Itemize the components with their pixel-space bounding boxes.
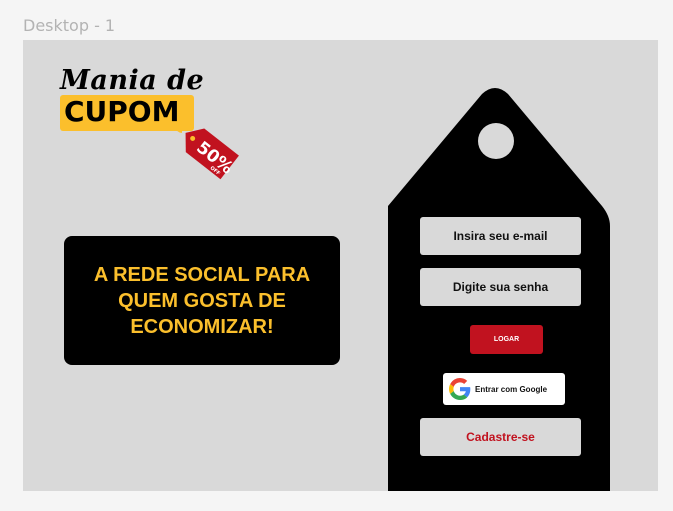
password-field[interactable] (420, 268, 581, 306)
signup-button[interactable]: Cadastre-se (420, 418, 581, 456)
discount-tag-icon: 50% OFF (175, 120, 239, 180)
logo-cupom-text: CUPOM (64, 95, 180, 128)
login-button[interactable]: LOGAR (470, 325, 543, 354)
email-field[interactable] (420, 217, 581, 255)
google-login-button[interactable]: Entrar com Google (443, 373, 565, 405)
google-icon (449, 378, 471, 400)
desktop-frame: Mania de CUPOM 50% OFF A REDE SOCIAL PAR… (23, 40, 658, 491)
logo-title: Mania de (60, 65, 205, 96)
frame-label: Desktop - 1 (23, 16, 116, 35)
tag-hole (478, 123, 514, 159)
slogan-text: A REDE SOCIAL PARA QUEM GOSTA DE ECONOMI… (93, 263, 311, 338)
google-button-label: Entrar com Google (475, 384, 548, 394)
slogan-box: A REDE SOCIAL PARA QUEM GOSTA DE ECONOMI… (64, 236, 340, 365)
